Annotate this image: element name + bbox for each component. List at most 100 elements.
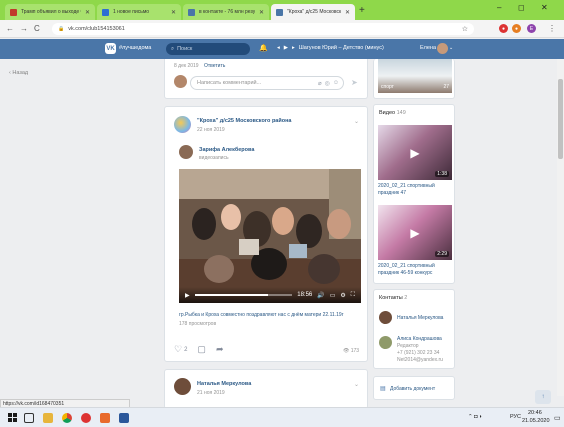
contact-name[interactable]: Наталья Меркулова [397,315,443,322]
input-language[interactable]: РУС [510,414,521,420]
video-caption[interactable]: 2020_02_21 спортивный праздник 46-59 кон… [378,263,452,276]
views-icon: 👁 [343,348,350,354]
play-icon: ▶ [410,225,420,240]
comment-input[interactable]: Написать комментарий... ⌀ ◎ ☺ [190,76,344,90]
browser-tab-1[interactable]: Трамп объявил о выходе США ✕ [5,4,95,20]
avatar[interactable] [379,336,392,349]
post-menu-chevron-icon[interactable]: ⌄ [354,381,359,388]
profile-avatar-icon[interactable]: Е [527,24,536,33]
close-window-button[interactable]: ✕ [541,3,548,12]
audio-player: ◂ ▶ ▸ Шагунов Юрий – Детство (минус) [277,45,384,51]
next-post-author[interactable]: Наталья Меркулова [197,381,251,387]
back-icon[interactable]: ← [6,24,14,33]
avatar[interactable] [174,75,187,88]
clock-time[interactable]: 20:46 [528,410,542,416]
emoji-icon[interactable]: ☺ [333,80,339,87]
post-menu-chevron-icon[interactable]: ⌄ [354,118,359,125]
vk-brand-label[interactable]: #лучшедома [119,45,151,51]
maximize-button[interactable]: ◻ [518,3,525,12]
album-thumbnail[interactable]: спорт 27 [378,59,452,93]
contacts-title[interactable]: Контакты 2 [379,295,407,301]
windows-start-icon[interactable] [8,413,17,422]
comment-icon[interactable]: ▢ [197,344,206,355]
explorer-icon[interactable] [43,413,53,423]
tab-close-icon[interactable]: ✕ [345,9,350,16]
video-thumbnail[interactable]: ▶ 1:38 [378,125,452,180]
avatar[interactable] [179,145,193,159]
vk-search-input[interactable]: ⌕ Поиск [166,43,250,55]
word-icon[interactable] [119,413,129,423]
clock-date[interactable]: 21.05.2020 [522,418,550,424]
browser-tab-3[interactable]: в контакте - 76 млн результат ✕ [183,4,269,20]
add-document-link[interactable]: Добавить документ [390,386,435,393]
tab-close-icon[interactable]: ✕ [171,9,176,16]
forward-icon[interactable]: → [20,24,28,33]
browser-menu-icon[interactable]: ⋮ [548,24,556,33]
contact-name[interactable]: Алиса Кондрашова [397,336,442,343]
next-track-icon[interactable]: ▸ [292,45,295,51]
settings-gear-icon[interactable]: ⚙ [340,292,345,299]
arrow-up-icon: ↑ [541,394,545,400]
address-bar[interactable]: 🔒 vk.com/club154153061 ☆ [52,23,474,35]
volume-icon[interactable]: 🔊 [317,292,324,299]
send-icon[interactable]: ➤ [351,78,358,87]
reply-link[interactable]: Ответить [204,63,225,69]
miniplayer-icon[interactable]: ▭ [330,292,336,299]
chrome-icon[interactable] [62,413,72,423]
vk-logo-icon[interactable]: VK [105,43,116,54]
videos-title[interactable]: Видео 149 [379,110,406,116]
camera-icon[interactable]: ◎ [325,80,330,87]
video-title[interactable]: гр.Рыбка и Кроха совместно поздравляют н… [179,312,369,319]
tab-close-icon[interactable]: ✕ [259,9,264,16]
yandex-icon[interactable] [81,413,91,423]
track-title[interactable]: Шагунов Юрий – Детство (минус) [299,45,384,51]
play-icon[interactable]: ▶ [284,45,288,51]
new-tab-button[interactable]: + [359,5,365,16]
post-date[interactable]: 22 ноя 2019 [197,127,225,133]
reload-icon[interactable]: C [34,24,40,33]
tray-icons[interactable]: ⌃ ◘ ◗ [468,414,482,420]
repost-author-name[interactable]: Зарифа Алекберова [199,147,254,153]
fullscreen-icon[interactable]: ⛶ [351,292,355,299]
tab-favicon-icon [188,8,195,16]
share-icon[interactable]: ➦ [216,344,224,355]
video-thumbnail[interactable]: ▶ 2:29 [378,205,452,260]
browser-tab-4[interactable]: "Кроха" д/с25 Московского ра ✕ [271,4,355,20]
extension-icon[interactable]: ● [512,24,521,33]
avatar[interactable] [174,378,191,395]
minimize-button[interactable]: – [497,3,501,12]
avatar[interactable] [379,311,392,324]
video-progress-bar[interactable] [194,294,293,296]
scroll-thumb[interactable] [558,79,563,159]
prev-track-icon[interactable]: ◂ [277,45,280,51]
media-icon[interactable] [100,413,110,423]
chevron-down-icon[interactable]: ⌄ [449,45,453,51]
tab-label: Трамп объявил о выходе США [21,9,81,15]
post-group-name[interactable]: "Кроха" д/с25 Московского района [197,118,291,124]
attach-icon[interactable]: ⌀ [318,80,322,87]
notifications-icon[interactable]: ▭ [554,414,561,422]
tab-label: 1 новое письмо [113,9,150,15]
play-icon[interactable]: ▶ [185,292,190,299]
like-button[interactable]: ♡ 2 [174,344,187,355]
browser-tab-2[interactable]: 1 новое письмо ✕ [97,4,181,20]
task-view-icon[interactable] [24,413,34,423]
back-link[interactable]: ‹ Назад [9,70,28,76]
contact-email: Net2014@yandex.ru [397,357,443,363]
documents-card: ▤ Добавить документ [373,376,455,400]
scroll-up-button[interactable]: ↑ [535,390,551,404]
notifications-bell-icon[interactable]: 🔔 [259,44,268,52]
video-frame [179,169,361,303]
group-avatar[interactable] [174,116,191,133]
avatar[interactable] [437,43,448,54]
search-placeholder: Поиск [177,46,193,52]
video-player[interactable]: ▶ 18:56 🔊 ▭ ⚙ ⛶ [179,169,361,303]
bookmark-star-icon[interactable]: ☆ [462,25,468,33]
user-name[interactable]: Елена [420,45,436,51]
page-scrollbar[interactable] [557,59,564,396]
extension-icon[interactable]: ● [499,24,508,33]
photos-card: спорт 27 [373,59,455,99]
video-caption[interactable]: 2020_02_21 спортивный праздник 47 [378,183,452,196]
tab-close-icon[interactable]: ✕ [85,9,90,16]
next-post-date[interactable]: 21 ноя 2019 [197,390,225,396]
